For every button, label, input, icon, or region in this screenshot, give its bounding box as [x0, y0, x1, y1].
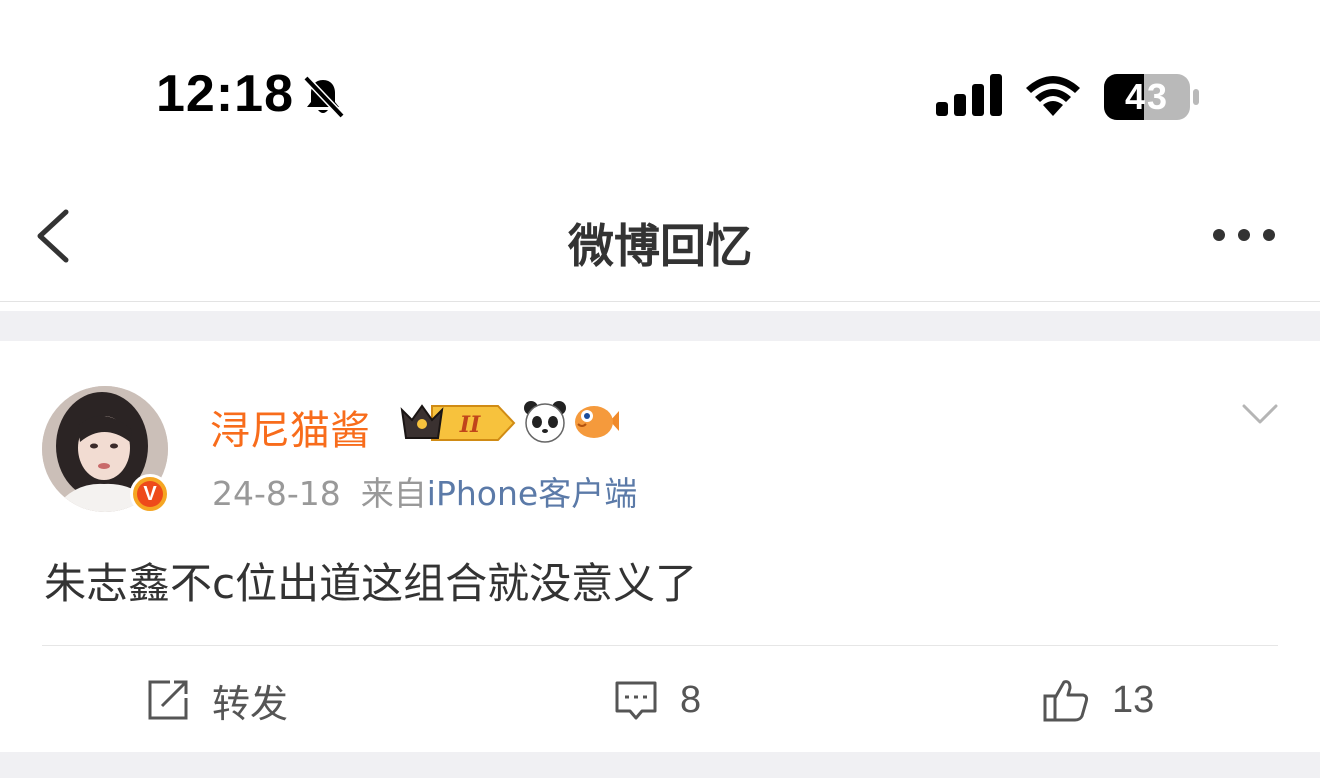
source-prefix: 来自 [360, 474, 427, 513]
thumbs-up-icon [1043, 680, 1089, 722]
post-date: 24-8-18 [212, 474, 341, 513]
comment-button[interactable]: 8 [614, 672, 701, 728]
bell-slash-icon [303, 75, 345, 119]
more-dots-icon[interactable] [1206, 222, 1282, 248]
status-time: 12:18 [156, 65, 294, 123]
post-meta: 24-8-18 来自iPhone客户端 [212, 467, 637, 515]
fish-emoji [575, 406, 619, 438]
repost-button[interactable]: 转发 [146, 672, 288, 728]
divider [42, 645, 1278, 646]
page-title: 微博回忆 [568, 219, 752, 273]
chevron-down-icon[interactable] [1240, 400, 1280, 428]
panda-emoji [524, 401, 566, 443]
wifi-icon [1026, 76, 1080, 116]
like-button[interactable]: 13 [1042, 672, 1154, 728]
crown-level-badge: II [400, 404, 516, 441]
repost-label: 转发 [212, 681, 289, 726]
post-source[interactable]: iPhone客户端 [427, 474, 637, 513]
comment-icon [615, 681, 657, 720]
nav-bar: 微博回忆 [0, 170, 1320, 302]
cellular-signal-icon [936, 74, 1002, 116]
status-bar: 12:18 43 [0, 0, 1320, 170]
post-content[interactable]: 朱志鑫不c位出道这组合就没意义了 [44, 550, 697, 611]
like-count: 13 [1112, 678, 1155, 721]
battery-level: 43 [1124, 76, 1170, 117]
username[interactable]: 浔尼猫酱 [210, 398, 370, 456]
comment-count: 8 [680, 678, 702, 721]
verified-mark: V [137, 481, 163, 507]
repost-icon [148, 680, 188, 720]
crown-level-text: II [459, 412, 481, 438]
section-divider [0, 311, 1320, 341]
verified-badge: V [130, 474, 170, 514]
section-divider-bottom [0, 752, 1320, 778]
